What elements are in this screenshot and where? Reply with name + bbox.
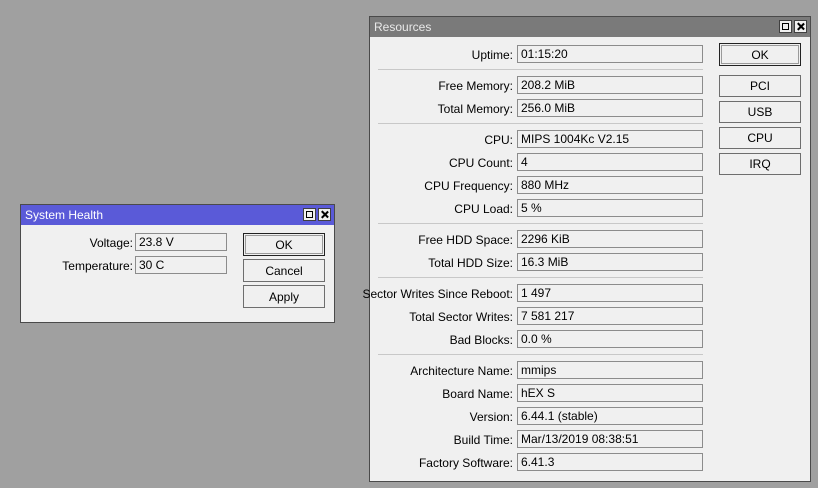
resource-field[interactable]: 7 581 217: [517, 307, 703, 325]
resource-label: Free HDD Space:: [418, 233, 513, 247]
window-title: Resources: [374, 20, 432, 34]
resource-field[interactable]: 16.3 MiB: [517, 253, 703, 271]
apply-button[interactable]: Apply: [243, 285, 325, 308]
resource-field[interactable]: 6.41.3: [517, 453, 703, 471]
resources-window: Resources Uptime: 01:15:20 Free Memory: 208…: [362, 16, 811, 482]
resource-field[interactable]: MIPS 1004Kc V2.15: [517, 130, 703, 148]
resource-label: Total Sector Writes:: [409, 310, 513, 324]
resource-field[interactable]: Mar/13/2019 08:38:51: [517, 430, 703, 448]
resource-field[interactable]: 880 MHz: [517, 176, 703, 194]
resource-label: CPU:: [484, 133, 513, 147]
resource-field[interactable]: 256.0 MiB: [517, 99, 703, 117]
resource-field[interactable]: 4: [517, 153, 703, 171]
system-health-window: System Health Voltage: 23.8 V Temperatur…: [20, 204, 335, 323]
resource-label: Factory Software:: [418, 456, 513, 470]
resource-label: Total Memory:: [437, 102, 513, 116]
resource-label: CPU Frequency:: [424, 179, 513, 193]
section-divider: [378, 223, 703, 224]
usb-button[interactable]: USB: [719, 101, 801, 123]
ok-button[interactable]: OK: [243, 233, 325, 256]
resource-field[interactable]: 5 %: [517, 199, 703, 217]
resource-label: Version:: [469, 410, 513, 424]
ok-button[interactable]: OK: [719, 43, 801, 66]
resource-field[interactable]: 01:15:20: [517, 45, 703, 63]
resource-label: Build Time:: [453, 433, 513, 447]
resource-label: Total HDD Size:: [428, 256, 513, 270]
resource-label: Free Memory:: [438, 79, 513, 93]
window-title: System Health: [25, 208, 104, 222]
resource-field[interactable]: mmips: [517, 361, 703, 379]
resource-field[interactable]: 0.0 %: [517, 330, 703, 348]
resource-label: Bad Blocks:: [449, 333, 513, 347]
resource-label: Uptime:: [471, 48, 513, 62]
restore-icon[interactable]: [303, 208, 316, 221]
resource-label: CPU Load:: [454, 202, 513, 216]
voltage-field[interactable]: 23.8 V: [135, 233, 227, 251]
cpu-button[interactable]: CPU: [719, 127, 801, 149]
resource-field[interactable]: 2296 KiB: [517, 230, 703, 248]
cancel-button[interactable]: Cancel: [243, 259, 325, 282]
temperature-field[interactable]: 30 C: [135, 256, 227, 274]
system-health-titlebar[interactable]: System Health: [21, 205, 334, 225]
resource-label: Sector Writes Since Reboot:: [362, 287, 513, 301]
close-icon[interactable]: [794, 20, 807, 33]
resources-titlebar[interactable]: Resources: [370, 17, 810, 37]
resource-field[interactable]: 208.2 MiB: [517, 76, 703, 94]
resource-field[interactable]: hEX S: [517, 384, 703, 402]
temperature-label: Temperature:: [62, 259, 133, 273]
irq-button[interactable]: IRQ: [719, 153, 801, 175]
resource-label: Board Name:: [442, 387, 513, 401]
resource-field[interactable]: 1 497: [517, 284, 703, 302]
pci-button[interactable]: PCI: [719, 75, 801, 97]
section-divider: [378, 69, 703, 70]
resource-label: CPU Count:: [448, 156, 513, 170]
resource-field[interactable]: 6.44.1 (stable): [517, 407, 703, 425]
restore-icon[interactable]: [779, 20, 792, 33]
close-icon[interactable]: [318, 208, 331, 221]
section-divider: [378, 277, 703, 278]
section-divider: [378, 123, 703, 124]
voltage-label: Voltage:: [89, 236, 133, 250]
section-divider: [378, 354, 703, 355]
resource-label: Architecture Name:: [410, 364, 513, 378]
